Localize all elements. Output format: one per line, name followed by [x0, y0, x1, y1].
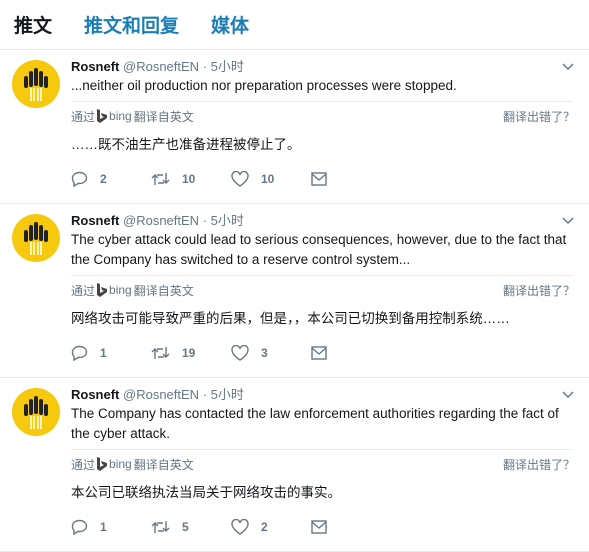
- user-handle[interactable]: @RosneftEN: [123, 387, 199, 402]
- translated-text: 本公司已联络执法当局关于网络攻击的事实。: [71, 485, 341, 500]
- user-name[interactable]: Rosneft: [71, 59, 119, 74]
- chevron-down-icon[interactable]: [561, 214, 575, 228]
- envelope-icon: [311, 346, 327, 360]
- bing-logo-icon: [97, 283, 108, 297]
- retweet-count: 19: [182, 346, 196, 360]
- tab-tweets-and-replies[interactable]: 推文和回复: [84, 11, 179, 38]
- tweet[interactable]: Rosneft @RosneftEN · 5小时 ...neither oil …: [0, 50, 589, 204]
- heart-icon: [231, 345, 249, 361]
- chevron-down-icon[interactable]: [561, 388, 575, 402]
- translated-from: 翻译自英文: [133, 283, 194, 298]
- bing-logo-icon: [97, 457, 108, 471]
- avatar[interactable]: [12, 214, 60, 262]
- user-handle[interactable]: @RosneftEN: [123, 213, 199, 228]
- translated-from: 翻译自英文: [133, 109, 194, 124]
- tweet-text: The Company has contacted the law enforc…: [71, 404, 573, 450]
- tweet-text: ...neither oil production nor preparatio…: [71, 76, 573, 102]
- reply-icon: [71, 519, 88, 535]
- translation-bar: 通过 bing 翻译自英文 翻译出错了？: [71, 455, 575, 473]
- bing-logo-icon: [97, 109, 108, 123]
- wrong-translation-link[interactable]: 翻译出错了？: [503, 282, 575, 299]
- reply-count: 1: [100, 520, 107, 534]
- like-count: 3: [261, 346, 268, 360]
- tweet-actions: 1 19 3: [71, 329, 575, 377]
- tweet-header: Rosneft @RosneftEN · 5小时: [71, 58, 575, 76]
- reply-count: 2: [100, 172, 107, 186]
- like-button[interactable]: 3: [231, 345, 311, 361]
- bing-label: bing: [109, 109, 132, 123]
- tweet-header: Rosneft @RosneftEN · 5小时: [71, 212, 575, 230]
- tweet[interactable]: Rosneft @RosneftEN · 5小时 The cyber attac…: [0, 204, 589, 378]
- via-label: 通过: [71, 283, 96, 298]
- timestamp[interactable]: · 5小时: [203, 387, 244, 402]
- tweet-actions: 1 5 2: [71, 503, 575, 551]
- avatar[interactable]: [12, 60, 60, 108]
- envelope-icon: [311, 520, 327, 534]
- tab-media[interactable]: 媒体: [211, 11, 249, 38]
- envelope-icon: [311, 172, 327, 186]
- translation-bar: 通过 bing 翻译自英文 翻译出错了？: [71, 281, 575, 299]
- reply-icon: [71, 171, 88, 187]
- bing-label: bing: [109, 457, 132, 471]
- translation-bar: 通过 bing 翻译自英文 翻译出错了？: [71, 107, 575, 125]
- tweet-header: Rosneft @RosneftEN · 5小时: [71, 386, 575, 404]
- reply-button[interactable]: 1: [71, 519, 151, 535]
- retweet-button[interactable]: 5: [151, 520, 231, 534]
- reply-count: 1: [100, 346, 107, 360]
- timestamp[interactable]: · 5小时: [203, 213, 244, 228]
- tweet-feed: Rosneft @RosneftEN · 5小时 ...neither oil …: [0, 50, 589, 552]
- wrong-translation-link[interactable]: 翻译出错了？: [503, 456, 575, 473]
- avatar[interactable]: [12, 388, 60, 436]
- reply-button[interactable]: 1: [71, 345, 151, 361]
- user-name[interactable]: Rosneft: [71, 387, 119, 402]
- wrong-translation-link[interactable]: 翻译出错了？: [503, 108, 575, 125]
- retweet-count: 5: [182, 520, 189, 534]
- like-button[interactable]: 10: [231, 171, 311, 187]
- retweet-count: 10: [182, 172, 196, 186]
- retweet-button[interactable]: 10: [151, 172, 231, 186]
- translated-text: ……既不油生产也准备进程被停止了。: [71, 137, 301, 152]
- translated-from: 翻译自英文: [133, 457, 194, 472]
- via-label: 通过: [71, 109, 96, 124]
- profile-tabs: 推文 推文和回复 媒体: [0, 0, 589, 50]
- like-count: 10: [261, 172, 275, 186]
- retweet-icon: [151, 347, 170, 359]
- reply-icon: [71, 345, 88, 361]
- message-button[interactable]: [311, 172, 391, 186]
- user-handle[interactable]: @RosneftEN: [123, 59, 199, 74]
- message-button[interactable]: [311, 520, 391, 534]
- like-count: 2: [261, 520, 268, 534]
- via-label: 通过: [71, 457, 96, 472]
- like-button[interactable]: 2: [231, 519, 311, 535]
- heart-icon: [231, 171, 249, 187]
- user-name[interactable]: Rosneft: [71, 213, 119, 228]
- reply-button[interactable]: 2: [71, 171, 151, 187]
- translated-text: 网络攻击可能导致严重的后果，但是，，本公司已切换到备用控制系统……: [71, 311, 510, 326]
- heart-icon: [231, 519, 249, 535]
- retweet-icon: [151, 173, 170, 185]
- tweet[interactable]: Rosneft @RosneftEN · 5小时 The Company has…: [0, 378, 589, 552]
- tweet-actions: 2 10 10: [71, 155, 575, 203]
- timestamp[interactable]: · 5小时: [203, 59, 244, 74]
- message-button[interactable]: [311, 346, 391, 360]
- retweet-icon: [151, 521, 170, 533]
- tweet-text: The cyber attack could lead to serious c…: [71, 230, 573, 276]
- chevron-down-icon[interactable]: [561, 60, 575, 74]
- tab-tweets[interactable]: 推文: [14, 11, 52, 38]
- retweet-button[interactable]: 19: [151, 346, 231, 360]
- bing-label: bing: [109, 283, 132, 297]
